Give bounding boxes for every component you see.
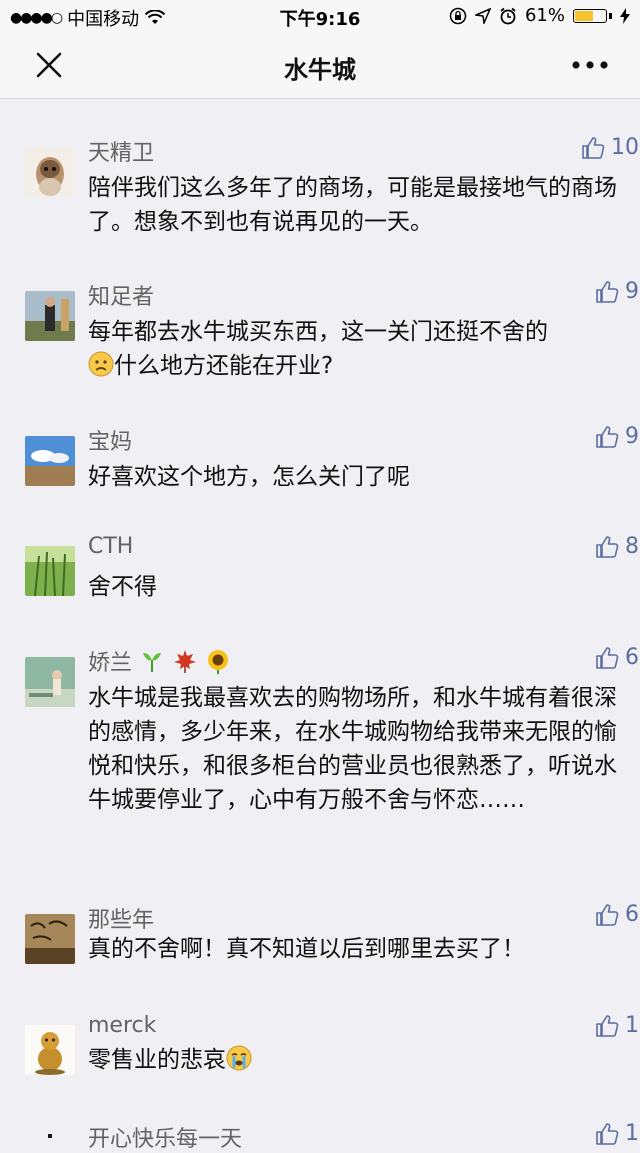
like-button[interactable]: 9 <box>595 424 639 449</box>
lock-rotation-icon <box>449 7 467 24</box>
avatar[interactable] <box>25 914 75 964</box>
thumbs-up-icon <box>596 1122 619 1145</box>
comment-text: 水牛城是我最喜欢去的购物场所，和水牛城有着很深的感情，多少年来，在水牛城购物给我… <box>88 685 617 813</box>
comment-text-line: 零售业的悲哀 <box>88 1047 226 1073</box>
commenter-name: 宝妈 <box>88 430 133 455</box>
sprout-icon <box>143 653 162 672</box>
like-count: 6 <box>625 902 639 927</box>
like-count: 8 <box>625 534 639 559</box>
commenter-name: CTH <box>88 534 134 559</box>
like-count: 9 <box>625 279 639 304</box>
commenter-name: 娇兰 <box>88 651 133 676</box>
thumbs-up-icon <box>596 903 619 926</box>
status-right: 61% <box>449 5 630 26</box>
comment-text: 舍不得 <box>88 574 157 600</box>
thumbs-up-icon <box>596 280 619 303</box>
commenter-name: 开心快乐每一天 <box>88 1127 243 1152</box>
like-button[interactable]: 1 <box>595 1121 639 1146</box>
location-icon <box>474 7 491 24</box>
comment-text: 每年都去水牛城买东西，这一关门还挺不舍的 什么地方还能在开业? <box>88 315 629 383</box>
comment-text: 陪伴我们这么多年了的商场，可能是最接地气的商场了。想象不到也有说再见的一天。 <box>88 175 617 235</box>
commenter-name-row: 娇兰 <box>88 645 231 677</box>
commenter-name: 那些年 <box>88 908 155 933</box>
like-count: 1 <box>625 1013 639 1038</box>
like-button[interactable]: 9 <box>595 279 639 304</box>
avatar[interactable] <box>25 657 75 707</box>
like-button[interactable]: 1 <box>595 1013 639 1038</box>
avatar[interactable] <box>25 436 75 486</box>
like-button[interactable]: 6 <box>595 645 639 670</box>
comment-text-line: 什么地方还能在开业? <box>114 353 334 379</box>
commenter-name: 天精卫 <box>88 141 155 166</box>
battery-fill <box>575 10 593 21</box>
like-count: 1 <box>625 1121 639 1146</box>
battery-tip <box>609 12 612 19</box>
status-bar: ●●●●○ 中国移动 下午9:16 61% <box>0 0 640 32</box>
comment-text: 零售业的悲哀 <box>88 1043 629 1077</box>
thumbs-up-icon <box>582 136 605 159</box>
sunflower-icon <box>208 650 229 674</box>
like-button[interactable]: 10 <box>581 135 639 160</box>
thumbs-up-icon <box>596 646 619 669</box>
crying-face-icon <box>226 1045 252 1071</box>
comment-text: 好喜欢这个地方，怎么关门了呢 <box>88 464 410 490</box>
avatar[interactable] <box>25 291 75 341</box>
like-count: 9 <box>625 424 639 449</box>
sad-face-icon <box>88 351 114 377</box>
commenter-name: 知足者 <box>88 285 155 310</box>
avatar[interactable] <box>25 1134 75 1138</box>
charging-icon <box>620 7 630 24</box>
avatar[interactable] <box>25 147 75 197</box>
page-title: 水牛城 <box>284 56 356 84</box>
comment-text-line: 每年都去水牛城买东西，这一关门还挺不舍的 <box>88 319 548 345</box>
alarm-icon <box>500 7 516 24</box>
nav-bar: 水牛城 <box>0 32 640 99</box>
thumbs-up-icon <box>596 1014 619 1037</box>
commenter-name: merck <box>88 1013 157 1038</box>
more-icon[interactable] <box>570 58 610 72</box>
avatar[interactable] <box>25 1025 75 1075</box>
like-count: 10 <box>611 135 639 160</box>
battery-icon <box>573 8 607 23</box>
avatar[interactable] <box>25 546 75 596</box>
maple-leaf-icon <box>174 650 197 673</box>
thumbs-up-icon <box>596 425 619 448</box>
thumbs-up-icon <box>596 535 619 558</box>
like-button[interactable]: 8 <box>595 534 639 559</box>
like-button[interactable]: 6 <box>595 902 639 927</box>
battery-percent: 61% <box>524 5 565 26</box>
comment-text: 真的不舍啊！真不知道以后到哪里去买了！ <box>88 936 525 962</box>
like-count: 6 <box>625 645 639 670</box>
